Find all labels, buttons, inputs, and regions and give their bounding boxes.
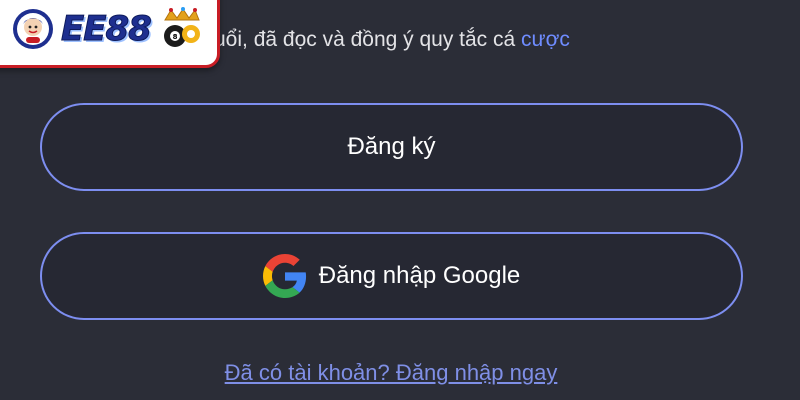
register-button[interactable]: Đăng ký (40, 103, 743, 191)
google-icon (262, 254, 306, 298)
logo-text: EE88 (61, 9, 153, 50)
google-login-button[interactable]: Đăng nhập Google (40, 232, 743, 320)
mascot-icon (13, 9, 53, 49)
terms-sentence: uổi, đã đọc và đồng ý quy tắc cá (214, 28, 516, 51)
terms-link[interactable]: cược (521, 28, 570, 51)
google-login-label: Đăng nhập Google (318, 262, 521, 289)
brand-logo: EE88 8 (0, 0, 220, 68)
terms-text: uổi, đã đọc và đồng ý quy tắc cá cược (214, 28, 570, 52)
login-now-label: Đã có tài khoản? Đăng nhập ngay (224, 360, 558, 385)
login-now-link[interactable]: Đã có tài khoản? Đăng nhập ngay (0, 360, 780, 386)
register-button-label: Đăng ký (347, 133, 436, 160)
svg-text:8: 8 (172, 33, 177, 41)
crown-ball-icon: 8 (163, 7, 200, 47)
signup-screen: EE88 8 uổi, đã đọc và đồng ý quy tắc cá … (0, 0, 800, 400)
